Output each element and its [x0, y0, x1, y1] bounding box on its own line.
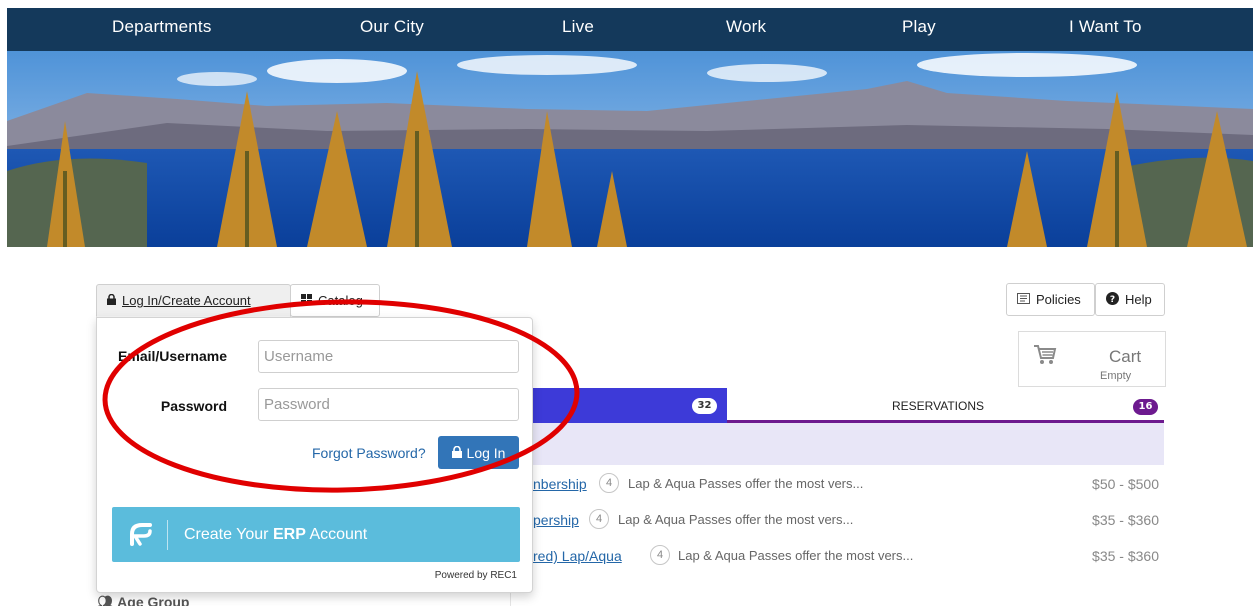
cart-label: Cart: [1109, 347, 1142, 366]
nav-play[interactable]: Play: [902, 17, 936, 37]
row-description: Lap & Aqua Passes offer the most vers...: [618, 512, 854, 527]
nav-work[interactable]: Work: [726, 17, 766, 37]
cart-icon: [1033, 344, 1057, 370]
nav-our-city[interactable]: Our City: [360, 17, 424, 37]
grid-icon: [301, 293, 312, 308]
row-price: $50 - $500: [1092, 476, 1159, 492]
age-group-filter[interactable]: 👥︎ Age Group: [96, 594, 190, 606]
login-tab-label: Log In/Create Account: [122, 293, 251, 308]
erp-suffix: Account: [309, 526, 368, 543]
password-input[interactable]: [258, 388, 519, 421]
activities-count-badge: 32: [692, 398, 717, 414]
nav-i-want-to[interactable]: I Want To: [1069, 17, 1142, 37]
log-in-label: Log In: [466, 444, 506, 461]
login-popover: Email/Username Password Forgot Password?…: [96, 317, 533, 593]
row-count-badge: 4: [589, 509, 609, 529]
policies-label: Policies: [1036, 292, 1081, 307]
erp-prefix: Create Your: [184, 526, 269, 543]
age-group-label: Age Group: [117, 594, 190, 606]
svg-text:?: ?: [1110, 295, 1115, 305]
row-description: Lap & Aqua Passes offer the most vers...: [678, 548, 914, 563]
email-username-label: Email/Username: [118, 348, 227, 364]
catalog-tab-label: Catalog: [318, 293, 363, 308]
erp-button-text: Create Your ERP Account: [184, 526, 367, 544]
nav-departments[interactable]: Departments: [112, 17, 212, 37]
lock-icon: [107, 293, 116, 308]
create-erp-account-button[interactable]: Create Your ERP Account: [112, 507, 520, 562]
row-title-link[interactable]: pership: [533, 512, 579, 528]
row-title-link[interactable]: red) Lap/Aqua: [533, 548, 622, 564]
lock-icon: [451, 445, 462, 461]
row-description: Lap & Aqua Passes offer the most vers...: [628, 476, 864, 491]
shopping-cart[interactable]: Cart Empty: [1018, 331, 1166, 387]
help-label: Help: [1125, 292, 1152, 307]
nav-live[interactable]: Live: [562, 17, 594, 37]
policies-button[interactable]: Policies: [1006, 283, 1095, 316]
login-create-account-tab[interactable]: Log In/Create Account: [96, 284, 291, 317]
help-button[interactable]: ? Help: [1095, 283, 1165, 316]
erp-bold: ERP: [272, 526, 306, 543]
tab-activities-active[interactable]: 32: [510, 388, 727, 423]
document-icon: [1017, 292, 1030, 307]
question-circle-icon: ?: [1106, 291, 1119, 308]
rec1-logo-icon: [126, 522, 152, 551]
row-price: $35 - $360: [1092, 548, 1159, 564]
tab-reservations[interactable]: RESERVATIONS: [892, 399, 984, 413]
forgot-password-link[interactable]: Forgot Password?: [312, 445, 426, 461]
log-in-button[interactable]: Log In: [438, 436, 519, 469]
cart-status: Empty: [1100, 370, 1132, 382]
catalog-tab[interactable]: Catalog: [290, 284, 380, 317]
reservations-count-badge: 16: [1133, 399, 1158, 415]
username-input[interactable]: [258, 340, 519, 373]
age-group-icon: 👥︎: [96, 594, 114, 606]
row-count-badge: 4: [599, 473, 619, 493]
erp-divider: [167, 520, 168, 550]
top-navigation: Departments Our City Live Work Play I Wa…: [7, 8, 1253, 51]
list-header-bar: [510, 423, 1164, 465]
row-title-link[interactable]: nbership: [533, 476, 587, 492]
password-label: Password: [160, 398, 227, 414]
row-count-badge: 4: [650, 545, 670, 565]
row-price: $35 - $360: [1092, 512, 1159, 528]
hero-banner-image: [7, 51, 1253, 247]
powered-by-text: Powered by REC1: [434, 570, 517, 581]
